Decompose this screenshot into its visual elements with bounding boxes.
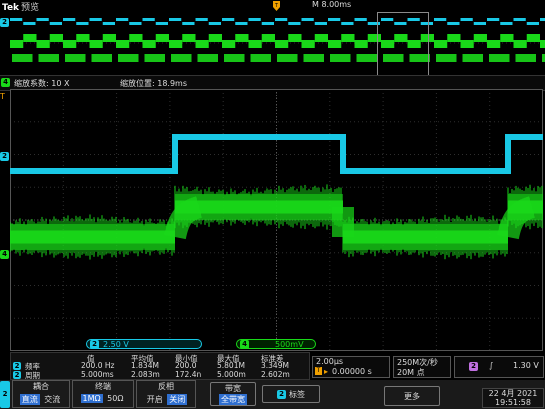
main-waveform-display[interactable] [10, 89, 543, 351]
invert-button[interactable]: 反相 开启 关闭 [136, 380, 196, 408]
meas-row2-badge: 2 [13, 371, 21, 379]
trigger-position-value: 0.00000 s [332, 367, 372, 376]
trigger-position-icon[interactable]: T [273, 1, 280, 11]
coupling-ac-option[interactable]: 交流 [42, 394, 62, 405]
timebase-scale: 2.00μs [316, 357, 344, 366]
bandwidth-button[interactable]: 带宽 全带宽 [210, 382, 256, 406]
zoom-position: 缩放位置: 18.9ms [120, 79, 188, 88]
zoom-factor: 缩放系数: 10 X [14, 79, 70, 88]
horizontal-position: M 8.00ms [312, 0, 352, 9]
meas-row1-min: 200.0 [175, 361, 197, 370]
menu-channel-badge[interactable]: 2 [0, 381, 10, 408]
meas-row2-stddev: 2.602m [261, 370, 290, 379]
trigger-pos-icon: T [315, 367, 322, 375]
meas-row1-badge: 2 [13, 362, 21, 370]
termination-50ohm-option[interactable]: 50Ω [105, 394, 125, 403]
meas-row2-mean: 2.083m [131, 370, 160, 379]
time: 19:51:58 [495, 398, 531, 407]
more-label: 更多 [404, 392, 420, 401]
meas-row1-value: 200.0 Hz [81, 361, 115, 370]
coupling-title: 耦合 [33, 382, 49, 391]
ch4-level-marker[interactable]: 4 [0, 250, 9, 259]
overview-ch2-marker[interactable]: 2 [0, 18, 9, 27]
meas-row1-stddev: 3.349M [261, 361, 289, 370]
overview-waveform[interactable] [0, 12, 545, 74]
date: 22 4月 2021 [488, 389, 538, 398]
label-button[interactable]: 2 标签 [262, 385, 320, 403]
coupling-button[interactable]: 耦合 直流 交流 [12, 380, 70, 408]
timebase-readout[interactable]: 2.00μs T ▸ 0.00000 s [312, 356, 390, 378]
termination-button[interactable]: 终端 1MΩ 50Ω [72, 380, 134, 408]
trigger-source-badge: 2 [469, 362, 478, 371]
trigger-level: 1.30 V [513, 361, 539, 370]
trigger-pos-arrow: ▸ [324, 367, 329, 376]
meas-row2-value: 5.000ms [81, 370, 114, 379]
label-button-badge: 2 [277, 390, 286, 399]
meas-row1-max: 5.801M [217, 361, 245, 370]
label-button-text: 标签 [289, 390, 305, 399]
zoom-window-box[interactable] [377, 12, 429, 76]
record-length: 20M 点 [397, 368, 425, 377]
termination-title: 终端 [95, 382, 111, 391]
meas-row1-mean: 1.834M [131, 361, 159, 370]
more-button[interactable]: 更多 [384, 386, 440, 406]
coupling-dc-option[interactable]: 直流 [19, 394, 40, 405]
sample-rate-readout[interactable]: 250M次/秒 20M 点 [393, 356, 451, 378]
ch4-scale-value: 500mV [275, 340, 304, 349]
meas-row2-max: 5.000m [217, 370, 246, 379]
bandwidth-value: 全带宽 [219, 394, 247, 405]
meas-row2-min: 172.4n [175, 370, 202, 379]
ch2-level-marker[interactable]: 2 [0, 152, 9, 161]
invert-on-option[interactable]: 开启 [145, 394, 165, 405]
ch2-scale-badge: 2 [90, 340, 99, 349]
zoom-ch4-marker: 4 [1, 78, 10, 87]
ch4-scale-badge: 4 [240, 340, 249, 349]
measurement-table[interactable]: 值 平均值 最小值 最大值 标准差 2 频率 200.0 Hz 1.834M 2… [10, 352, 310, 380]
trigger-slope-icon: ∫ [489, 361, 494, 370]
zoom-trigger-marker: T [0, 92, 5, 101]
bandwidth-title: 带宽 [225, 384, 241, 393]
datetime-display: 22 4月 2021 19:51:58 [482, 388, 544, 408]
termination-1mohm-option[interactable]: 1MΩ [80, 394, 103, 403]
ch2-scale-readout[interactable]: 2 2.50 V [86, 339, 202, 349]
trigger-readout[interactable]: 2 ∫ 1.30 V [454, 356, 544, 378]
ch2-scale-value: 2.50 V [103, 340, 129, 349]
invert-title: 反相 [158, 382, 174, 391]
invert-off-option[interactable]: 关闭 [167, 394, 188, 405]
ch4-scale-readout[interactable]: 4 500mV [236, 339, 316, 349]
